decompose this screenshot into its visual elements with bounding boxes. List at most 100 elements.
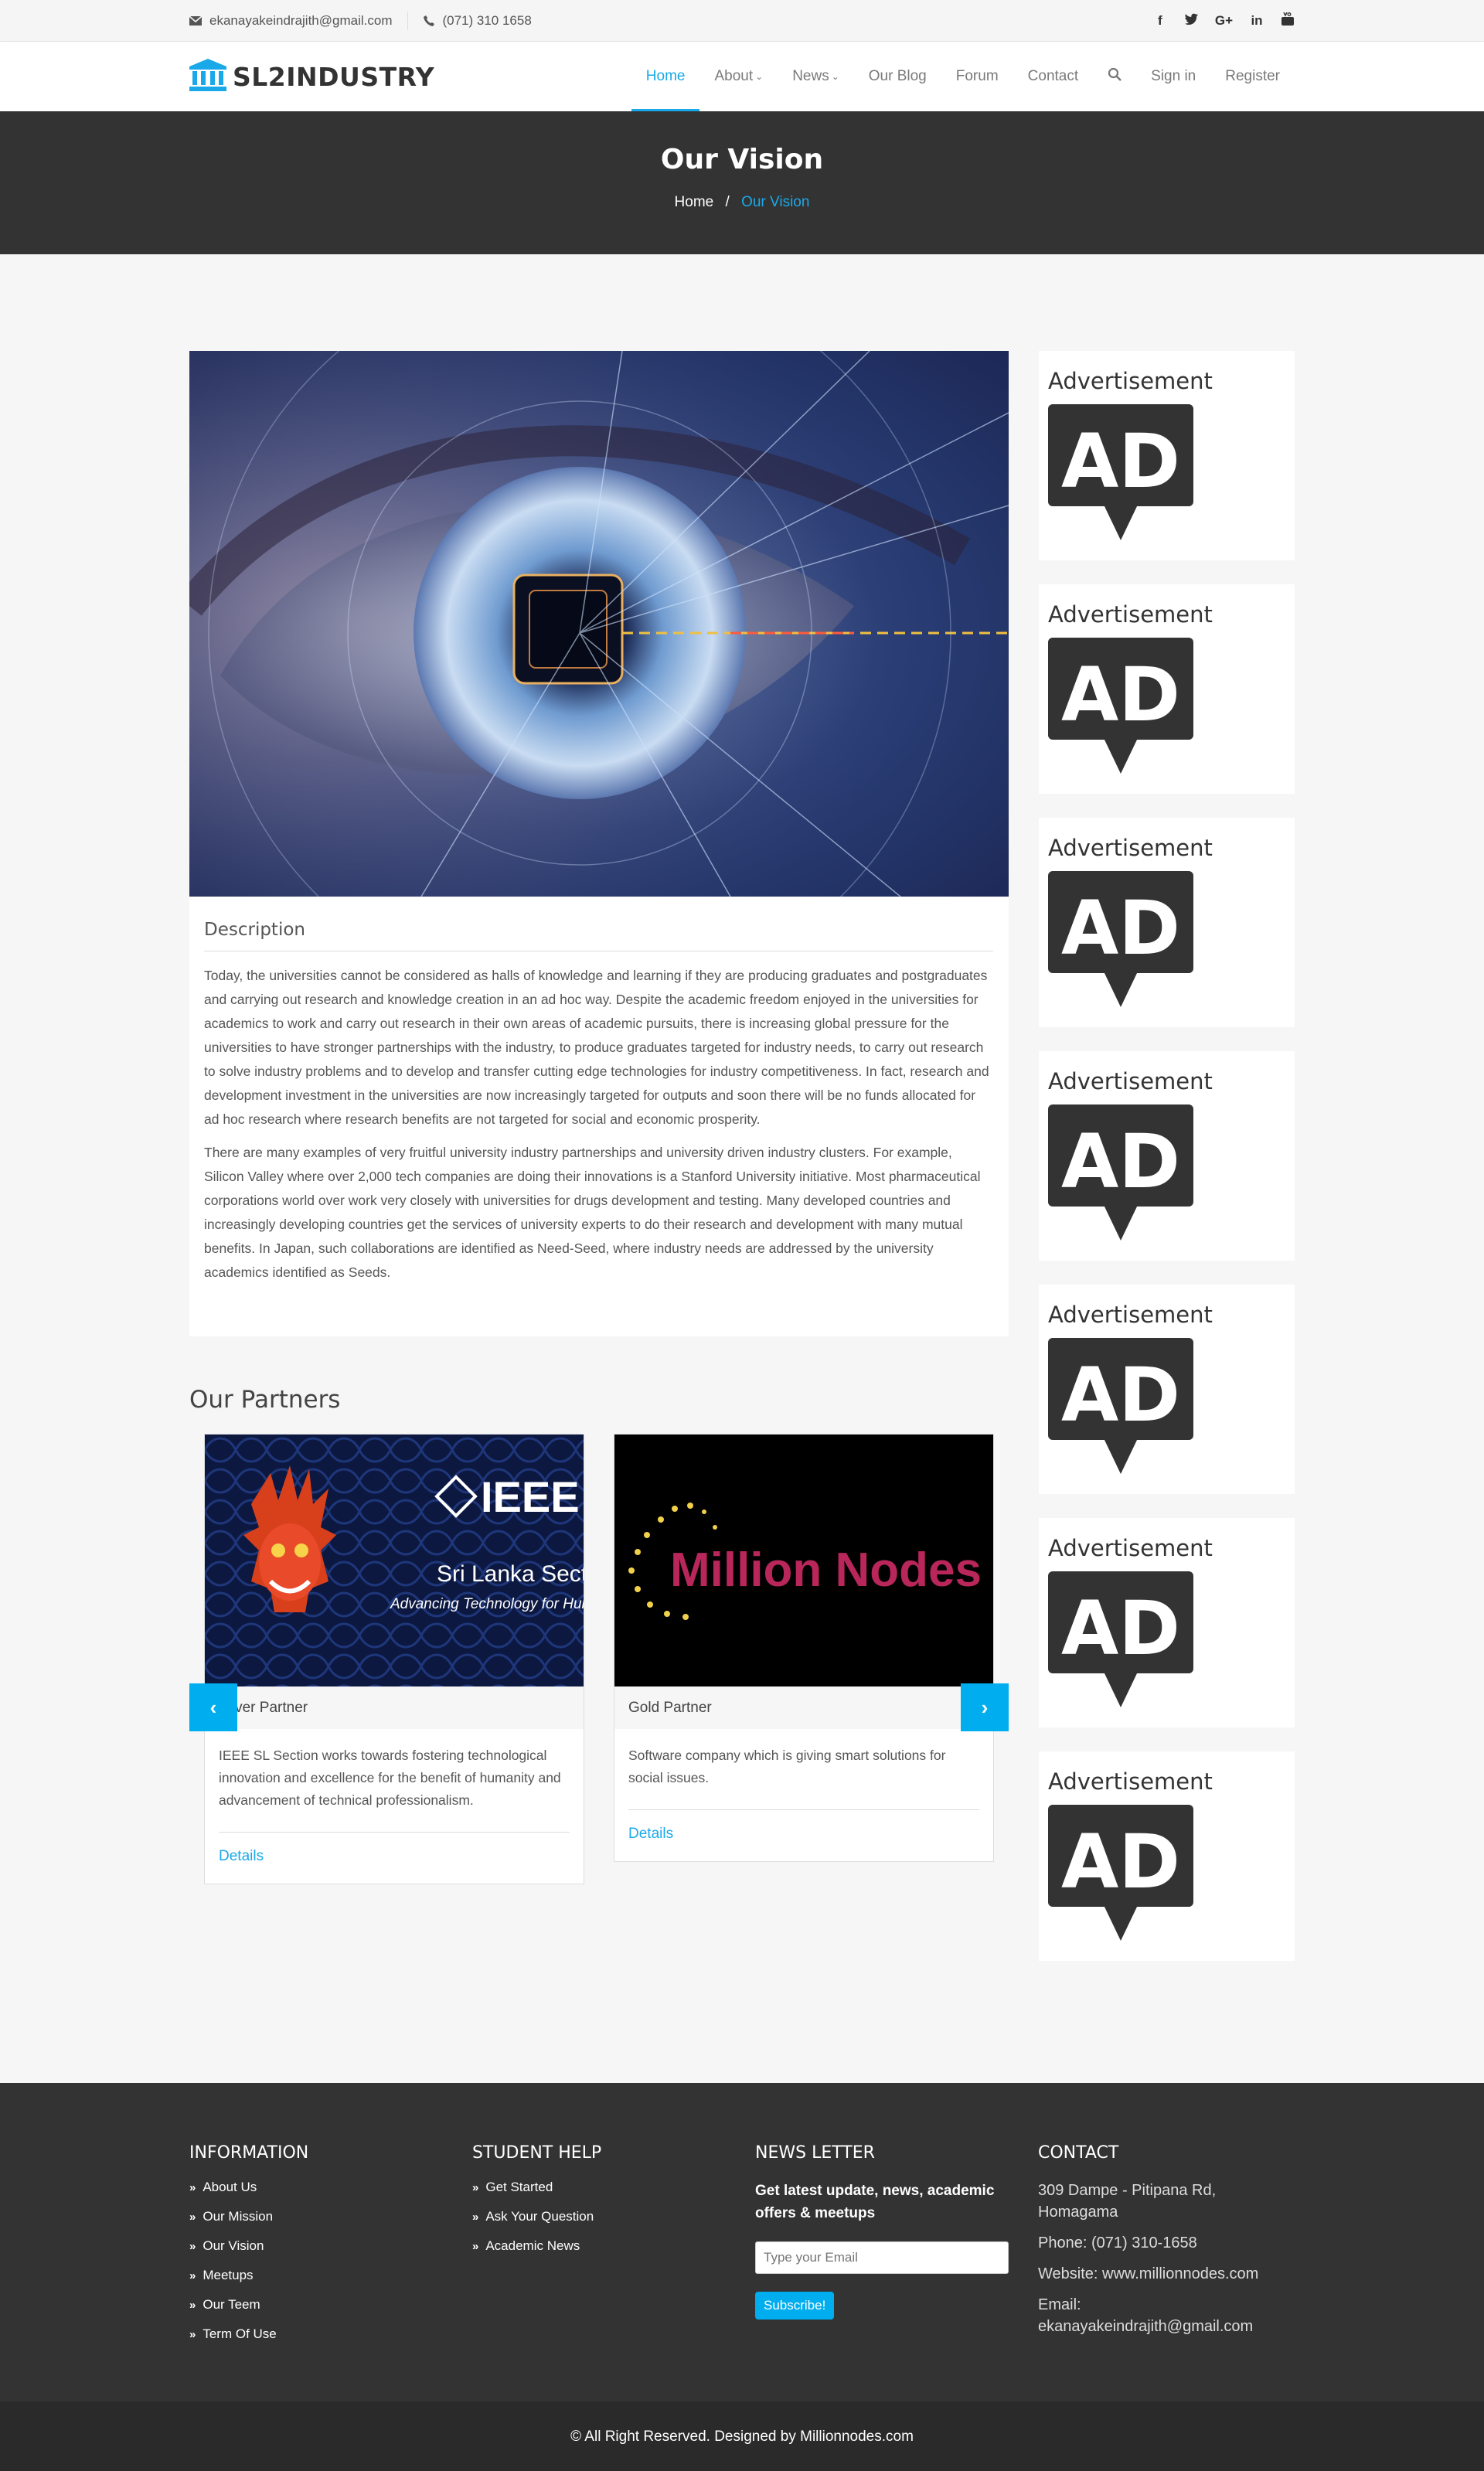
footer-link-label: Get Started	[485, 2180, 553, 2194]
nav-about[interactable]: About ⌄	[699, 42, 778, 111]
advertisement-card[interactable]: Advertisement AD	[1039, 351, 1295, 560]
carousel-prev-button[interactable]: ‹	[189, 1683, 237, 1731]
description-paragraph-2: There are many examples of very fruitful…	[204, 1145, 981, 1280]
partner-type: Gold Partner	[614, 1686, 993, 1729]
footer-link-our-mission[interactable]: » Our Mission	[189, 2209, 308, 2224]
footer-link-label: Our Vision	[203, 2238, 264, 2253]
nav-news[interactable]: News ⌄	[778, 42, 854, 111]
footer-link-meetups[interactable]: » Meetups	[189, 2268, 308, 2283]
partners-carousel: IEEE Sri Lanka Section Advancing Technol…	[189, 1434, 1009, 1897]
carousel-next-button[interactable]: ›	[961, 1683, 1009, 1731]
institution-icon	[189, 58, 226, 95]
chevron-right-icon: ›	[981, 1695, 989, 1719]
partner-description: IEEE SL Section works towards fostering …	[219, 1748, 561, 1808]
nav-news-label: News	[792, 68, 829, 84]
ieee-logo-title: IEEE	[481, 1472, 580, 1521]
hero-eye-image	[189, 351, 1009, 897]
footer-link-about-us[interactable]: » About Us	[189, 2180, 308, 2195]
contact-website[interactable]: Website: www.millionnodes.com	[1038, 2263, 1295, 2285]
millionnodes-logo-title: Million Nodes	[670, 1544, 982, 1597]
partner-details-link[interactable]: Details	[614, 1810, 993, 1861]
double-chevron-icon: »	[189, 2180, 196, 2194]
double-chevron-icon: »	[189, 2298, 196, 2312]
brand-name: SL2INDUSTRY	[233, 61, 435, 92]
description-paragraph-1: Today, the universities cannot be consid…	[204, 968, 989, 1127]
google-plus-icon[interactable]: G+	[1215, 13, 1233, 29]
footer-link-our-vision[interactable]: » Our Vision	[189, 2238, 308, 2254]
footer-contact-title: CONTACT	[1038, 2143, 1119, 2163]
nav-signin[interactable]: Sign in	[1136, 42, 1210, 111]
footer-newsletter-title: NEWS LETTER	[755, 2143, 875, 2163]
footer-link-terms[interactable]: » Term Of Use	[189, 2326, 308, 2342]
chevron-down-icon: ⌄	[831, 71, 839, 82]
footer-link-label: Meetups	[203, 2268, 254, 2282]
nav-register[interactable]: Register	[1210, 42, 1295, 111]
main-navbar: SL2INDUSTRY Home About ⌄ News ⌄ Our Blog F…	[0, 42, 1484, 111]
chevron-left-icon: ‹	[209, 1695, 217, 1719]
vision-card: Description Today, the universities cann…	[189, 351, 1009, 1336]
footer-contact: CONTACT 309 Dampe - Pitipana Rd, Homagam…	[1038, 2143, 1295, 2347]
advertisement-card[interactable]: Advertisement AD	[1039, 584, 1295, 794]
advertisement-card[interactable]: Advertisement AD	[1039, 1051, 1295, 1261]
footer-link-label: About Us	[203, 2180, 257, 2194]
double-chevron-icon: »	[472, 2180, 479, 2194]
advertisement-title: Advertisement	[1048, 1768, 1213, 1795]
footer-link-label: Ask Your Question	[485, 2209, 594, 2224]
partner-type: Silver Partner	[205, 1686, 584, 1729]
linkedin-icon[interactable]: in	[1250, 13, 1264, 29]
topbar-phone-text: (071) 310 1658	[442, 13, 532, 28]
youtube-icon[interactable]	[1281, 12, 1295, 29]
double-chevron-icon: »	[189, 2239, 196, 2253]
search-icon	[1108, 67, 1122, 86]
double-chevron-icon: »	[189, 2268, 196, 2282]
search-button[interactable]	[1093, 42, 1136, 111]
footer-link-label: Our Teem	[203, 2297, 260, 2312]
footer-link-academic-news[interactable]: » Academic News	[472, 2238, 601, 2254]
topbar-email[interactable]: ekanayakeindrajith@gmail.com	[189, 13, 392, 29]
footer: INFORMATION » About Us » Our Mission » Our …	[0, 2083, 1484, 2401]
contact-email[interactable]: Email: ekanayakeindrajith@gmail.com	[1038, 2294, 1295, 2337]
footer-link-get-started[interactable]: » Get Started	[472, 2180, 601, 2195]
copyright-bar: © All Right Reserved. Designed by Millio…	[0, 2401, 1484, 2471]
nav-blog[interactable]: Our Blog	[854, 42, 941, 111]
footer-link-our-team[interactable]: » Our Teem	[189, 2297, 308, 2313]
advertisement-card[interactable]: Advertisement AD	[1039, 1518, 1295, 1727]
top-bar: ekanayakeindrajith@gmail.com (071) 310 1…	[0, 0, 1484, 42]
brand-logo[interactable]: SL2INDUSTRY	[189, 58, 435, 95]
ad-badge-icon: AD	[1048, 1571, 1193, 1707]
advertisement-title: Advertisement	[1048, 835, 1213, 861]
newsletter-email-input[interactable]	[755, 2241, 1009, 2274]
ad-badge-icon: AD	[1048, 638, 1193, 774]
main-content: Description Today, the universities cann…	[0, 254, 1484, 2083]
nav-home[interactable]: Home	[631, 42, 700, 111]
advertisement-card[interactable]: Advertisement AD	[1039, 1285, 1295, 1494]
ieee-logo-image: IEEE Sri Lanka Section Advancing Technol…	[205, 1435, 584, 1686]
phone-icon	[424, 15, 435, 26]
topbar-phone[interactable]: (071) 310 1658	[424, 13, 532, 29]
nav-contact[interactable]: Contact	[1013, 42, 1093, 111]
nav-menu: Home About ⌄ News ⌄ Our Blog Forum Contact…	[631, 42, 1295, 111]
breadcrumb-home[interactable]: Home	[675, 194, 714, 210]
newsletter-text: Get latest update, news, academic offers…	[755, 2183, 995, 2221]
ad-badge-icon: AD	[1048, 1104, 1193, 1241]
ad-badge-text: AD	[1061, 418, 1180, 505]
footer-link-label: Academic News	[485, 2238, 580, 2253]
advertisement-card[interactable]: Advertisement AD	[1039, 818, 1295, 1027]
ad-badge-text: AD	[1061, 652, 1180, 738]
double-chevron-icon: »	[472, 2239, 479, 2253]
footer-student-help: STUDENT HELP » Get Started » Ask Your Ques…	[472, 2143, 601, 2268]
footer-link-ask-question[interactable]: » Ask Your Question	[472, 2209, 601, 2224]
twitter-icon[interactable]	[1184, 13, 1198, 29]
breadcrumb-separator: /	[725, 194, 730, 210]
nav-about-label: About	[714, 68, 754, 84]
footer-information: INFORMATION » About Us » Our Mission » Our …	[189, 2143, 308, 2356]
facebook-icon[interactable]: f	[1153, 13, 1167, 29]
footer-newsletter: NEWS LETTER Get latest update, news, aca…	[755, 2143, 1009, 2320]
partner-card-millionnodes: Million Nodes Gold Partner Software comp…	[614, 1434, 994, 1862]
partner-details-link[interactable]: Details	[205, 1833, 584, 1884]
advertisement-card[interactable]: Advertisement AD	[1039, 1751, 1295, 1961]
ad-badge-text: AD	[1061, 1585, 1180, 1672]
subscribe-button[interactable]: Subscribe!	[755, 2292, 835, 2320]
nav-forum[interactable]: Forum	[941, 42, 1013, 111]
topbar-email-text: ekanayakeindrajith@gmail.com	[209, 13, 393, 28]
